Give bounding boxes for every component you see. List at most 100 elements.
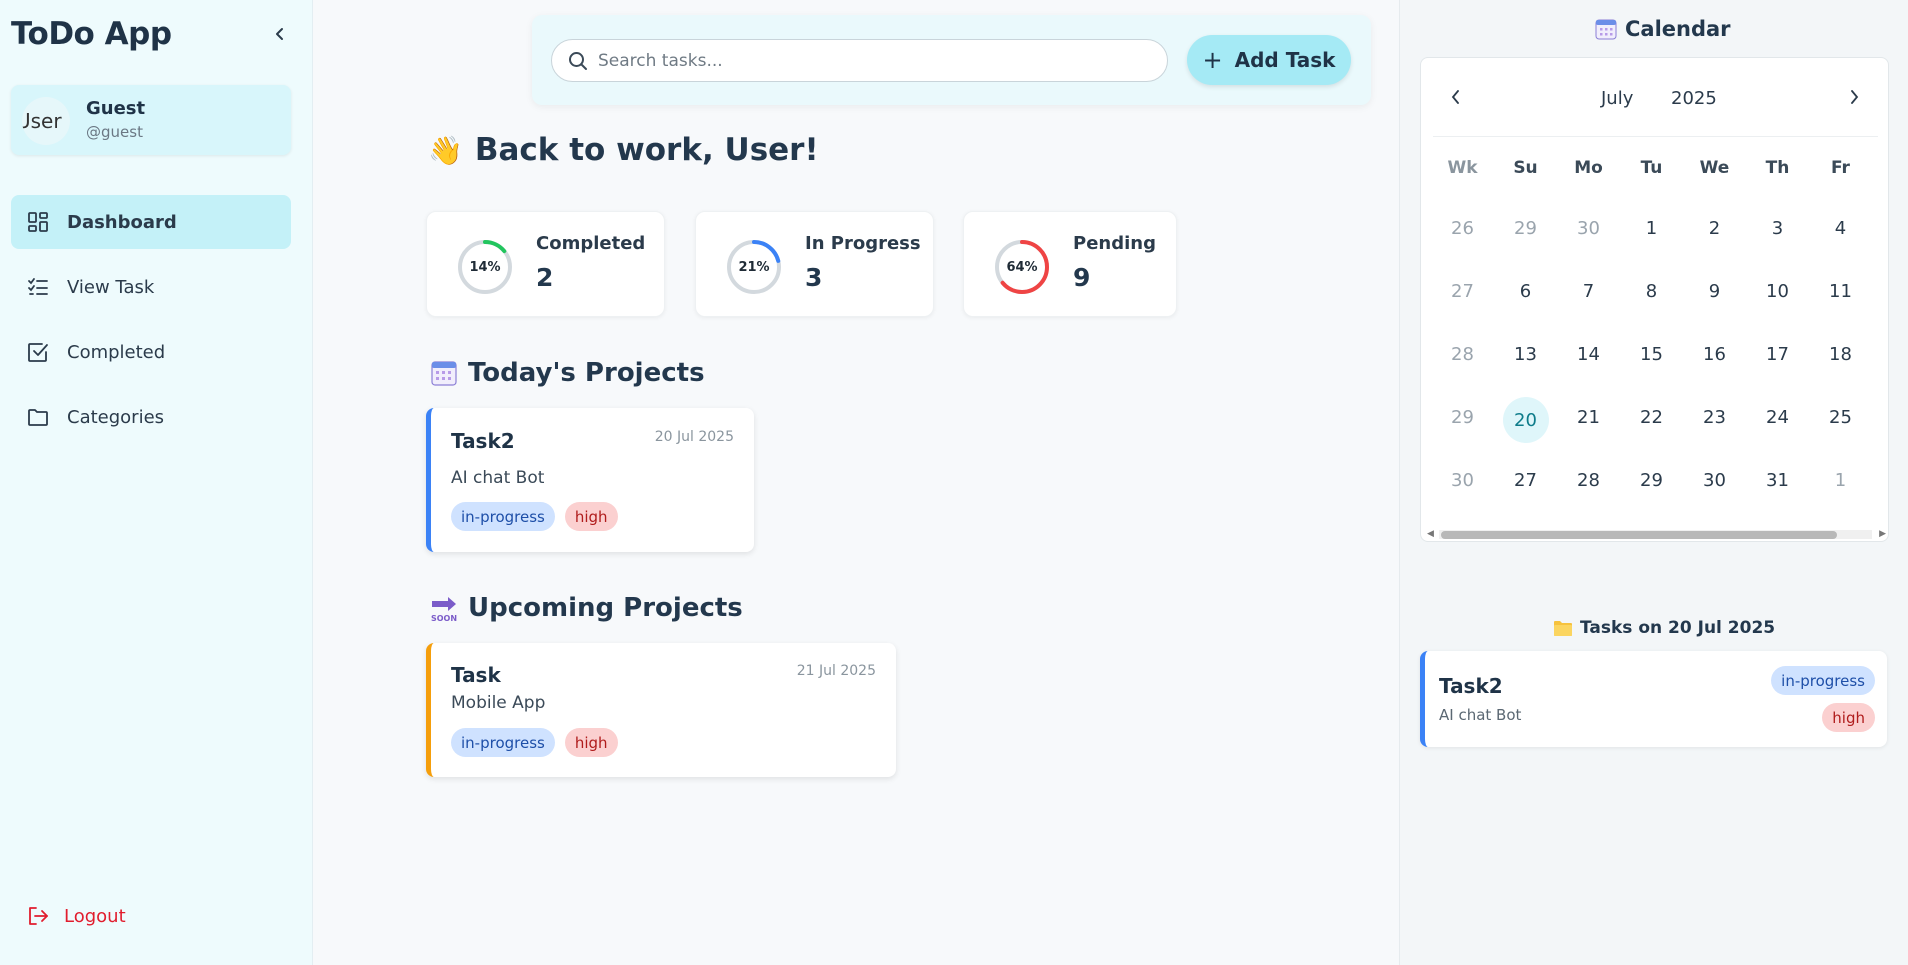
calendar-day[interactable]: 28 [1557, 460, 1620, 523]
calendar-day[interactable]: 6 [1494, 271, 1557, 334]
dashboard-icon [26, 210, 50, 234]
search-input[interactable] [598, 50, 1138, 71]
status-badge: in-progress [451, 502, 555, 531]
day-number: 28 [1577, 470, 1600, 491]
project-card[interactable]: Task2 20 Jul 2025 AI chat Bot in-progres… [426, 408, 754, 552]
calendar-day[interactable]: 14 [1557, 334, 1620, 397]
day-number: 29 [1640, 470, 1663, 491]
sidebar-item-completed[interactable]: Completed [11, 325, 291, 379]
scrollbar-thumb[interactable] [1441, 531, 1837, 539]
calendar-day[interactable]: 29 [1620, 460, 1683, 523]
day-number: 31 [1766, 470, 1789, 491]
day-number: 6 [1519, 281, 1532, 302]
search-box[interactable] [551, 39, 1168, 82]
divider [1433, 136, 1878, 137]
calendar-day[interactable]: 1 [1620, 208, 1683, 271]
day-number: 29 [1451, 407, 1474, 428]
calendar-day[interactable]: 11 [1809, 271, 1872, 334]
day-number: 24 [1766, 407, 1789, 428]
calendar-title: Calendar [1625, 17, 1731, 41]
task-title: Task2 [1439, 674, 1503, 698]
sidebar-item-categories[interactable]: Categories [11, 390, 291, 444]
calendar: July 2025 Wk Su Mo Tu We Th Fr 26 29 30 1 2 3 4 27 6 7 8 9… [1420, 57, 1889, 542]
calendar-day[interactable]: 8 [1620, 271, 1683, 334]
stat-label: In Progress [805, 233, 921, 254]
stat-count: 3 [805, 263, 823, 292]
sidebar-item-dashboard[interactable]: Dashboard [11, 195, 291, 249]
calendar-day[interactable]: 9 [1683, 271, 1746, 334]
calendar-day[interactable]: 24 [1746, 397, 1809, 460]
calendar-day[interactable]: 30 [1557, 208, 1620, 271]
day-number: 27 [1451, 281, 1474, 302]
calendar-day[interactable]: 31 [1746, 460, 1809, 523]
day-number: 9 [1708, 281, 1721, 302]
calendar-day[interactable]: 1 [1809, 460, 1872, 523]
calendar-day[interactable]: 18 [1809, 334, 1872, 397]
calendar-year[interactable]: 2025 [1671, 88, 1717, 109]
list-check-icon [26, 275, 50, 299]
calendar-day[interactable]: 17 [1746, 334, 1809, 397]
day-number: 21 [1577, 407, 1600, 428]
add-task-button[interactable]: + Add Task [1187, 35, 1351, 85]
day-tasks-heading: Tasks on 20 Jul 2025 [1553, 618, 1775, 638]
calendar-day[interactable]: 30 [1683, 460, 1746, 523]
calendar-day[interactable]: 3 [1746, 208, 1809, 271]
next-month-button[interactable] [1842, 85, 1866, 109]
greeting-text: Back to work, User! [474, 132, 819, 168]
day-number: 15 [1640, 344, 1663, 365]
calendar-day[interactable]: 4 [1809, 208, 1872, 271]
day-number: 7 [1582, 281, 1595, 302]
day-number: 14 [1577, 344, 1600, 365]
status-badge: in-progress [451, 728, 555, 757]
day-task-card[interactable]: Task2 AI chat Bot in-progress high [1420, 651, 1887, 747]
horizontal-scrollbar[interactable]: ◀ ▶ [1425, 528, 1886, 540]
week-number: 30 [1431, 460, 1494, 523]
calendar-day[interactable]: 13 [1494, 334, 1557, 397]
calendar-day[interactable]: 25 [1809, 397, 1872, 460]
user-card[interactable]: User Guest @guest [11, 85, 291, 155]
prev-month-button[interactable] [1444, 85, 1468, 109]
calendar-day[interactable]: 2 [1683, 208, 1746, 271]
plus-icon: + [1202, 46, 1223, 74]
logout-button[interactable]: Logout [26, 904, 126, 928]
calendar-day[interactable]: 23 [1683, 397, 1746, 460]
calendar-day[interactable]: 15 [1620, 334, 1683, 397]
week-number: 27 [1431, 271, 1494, 334]
stat-card-completed[interactable]: 14% Completed 2 [426, 211, 665, 317]
calendar-day[interactable]: 16 [1683, 334, 1746, 397]
weekday-header: Su [1513, 158, 1538, 178]
calendar-day[interactable]: 7 [1557, 271, 1620, 334]
day-number: 3 [1771, 218, 1784, 239]
weekday-header: Fr [1831, 158, 1850, 178]
day-number: 25 [1829, 407, 1852, 428]
calendar-day[interactable]: 22 [1620, 397, 1683, 460]
project-description: Mobile App [451, 693, 546, 713]
day-tasks-title: Tasks on 20 Jul 2025 [1580, 618, 1776, 638]
greeting: 👋 Back to work, User! [428, 132, 819, 168]
calendar-week-row: 29 20 21 22 23 24 25 [1431, 397, 1872, 460]
day-number: 30 [1577, 218, 1600, 239]
weekday-header: We [1699, 158, 1730, 178]
project-date: 21 Jul 2025 [796, 663, 876, 679]
calendar-week-row: 30 27 28 29 30 31 1 [1431, 460, 1872, 523]
calendar-day[interactable]: 10 [1746, 271, 1809, 334]
calendar-day[interactable]: 21 [1557, 397, 1620, 460]
calendar-day[interactable]: 29 [1494, 208, 1557, 271]
calendar-heading: Calendar [1595, 17, 1731, 41]
add-task-label: Add Task [1234, 48, 1336, 72]
stat-card-in-progress[interactable]: 21% In Progress 3 [695, 211, 934, 317]
calendar-day[interactable]: 27 [1494, 460, 1557, 523]
scroll-right-icon[interactable]: ▶ [1879, 529, 1886, 539]
calendar-day-selected[interactable]: 20 [1494, 397, 1557, 460]
collapse-sidebar-button[interactable] [268, 22, 292, 46]
day-number: 20 [1502, 397, 1549, 443]
stat-card-pending[interactable]: 64% Pending 9 [963, 211, 1177, 317]
calendar-week-row: 28 13 14 15 16 17 18 [1431, 334, 1872, 397]
day-number: 28 [1451, 344, 1474, 365]
day-number: 10 [1766, 281, 1789, 302]
scroll-left-icon[interactable]: ◀ [1427, 529, 1434, 539]
calendar-month[interactable]: July [1601, 88, 1633, 109]
day-number: 30 [1451, 470, 1474, 491]
project-card[interactable]: Task 21 Jul 2025 Mobile App in-progress … [426, 643, 896, 777]
sidebar-item-view-task[interactable]: View Task [11, 260, 291, 314]
